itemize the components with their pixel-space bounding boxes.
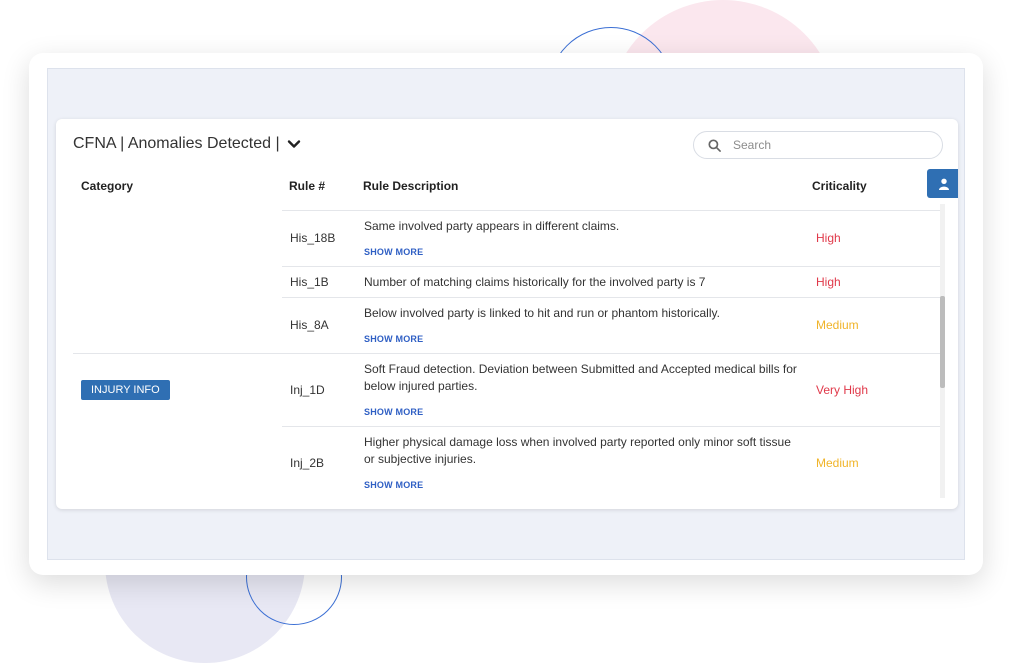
show-more-link[interactable]: SHOW MORE xyxy=(364,407,423,417)
search-box xyxy=(693,131,943,159)
chevron-down-icon[interactable] xyxy=(286,136,302,152)
column-header-criticality: Criticality xyxy=(812,179,867,193)
row-divider xyxy=(282,426,940,427)
page-title: CFNA | Anomalies Detected | xyxy=(73,135,280,152)
anomalies-card: CFNA | Anomalies Detected | Category Rul… xyxy=(56,119,958,509)
criticality-badge: Medium xyxy=(816,318,859,332)
row-divider xyxy=(282,266,940,267)
criticality-badge: Very High xyxy=(816,383,869,397)
category-badge-injury-info[interactable]: INJURY INFO xyxy=(81,380,170,400)
user-button[interactable] xyxy=(927,169,958,198)
scrollbar-thumb[interactable] xyxy=(940,296,945,388)
app-window: CFNA | Anomalies Detected | Category Rul… xyxy=(29,53,983,575)
column-header-rule: Rule # xyxy=(289,179,326,193)
criticality-badge: Medium xyxy=(816,456,859,470)
rule-description: Same involved party appears in different… xyxy=(364,219,620,233)
show-more-link[interactable]: SHOW MORE xyxy=(364,247,423,257)
user-icon xyxy=(939,178,949,190)
rule-id: Inj_1D xyxy=(290,383,325,397)
row-divider xyxy=(282,210,940,211)
rule-id: His_1B xyxy=(290,275,329,289)
card-title: CFNA | Anomalies Detected | xyxy=(73,135,302,153)
search-icon xyxy=(708,138,721,152)
rule-description: Higher physical damage loss when involve… xyxy=(364,435,791,466)
row-divider xyxy=(282,297,940,298)
rule-id: His_18B xyxy=(290,231,336,245)
app-content-area: CFNA | Anomalies Detected | Category Rul… xyxy=(47,68,965,560)
column-header-description: Rule Description xyxy=(363,179,459,193)
rule-description: Soft Fraud detection. Deviation between … xyxy=(364,362,797,393)
rule-description: Number of matching claims historically f… xyxy=(364,275,706,289)
criticality-badge: High xyxy=(816,231,841,245)
group-divider xyxy=(73,353,940,354)
rule-id: Inj_2B xyxy=(290,456,325,470)
column-header-category: Category xyxy=(81,179,134,193)
rule-id: His_8A xyxy=(290,318,329,332)
criticality-badge: High xyxy=(816,275,841,289)
show-more-link[interactable]: SHOW MORE xyxy=(364,480,423,490)
show-more-link[interactable]: SHOW MORE xyxy=(364,334,423,344)
rule-description: Below involved party is linked to hit an… xyxy=(364,306,720,320)
search-input[interactable] xyxy=(731,137,925,153)
